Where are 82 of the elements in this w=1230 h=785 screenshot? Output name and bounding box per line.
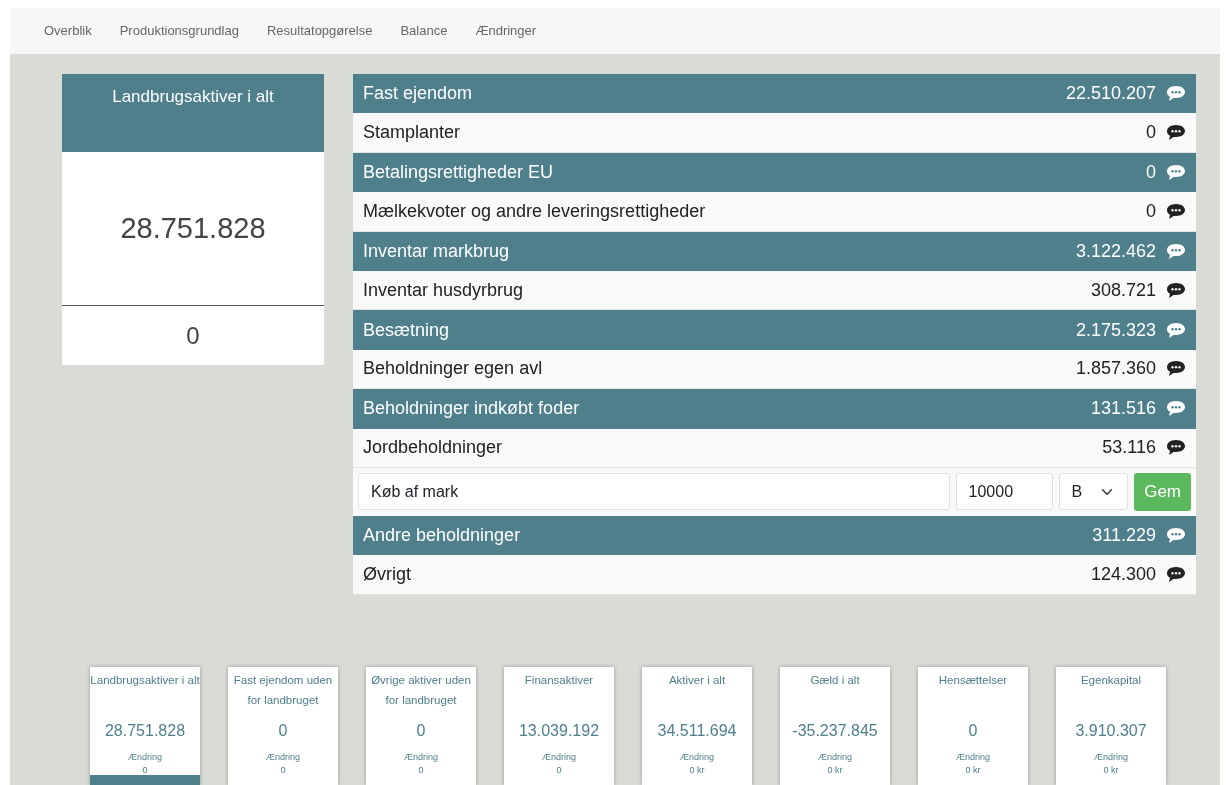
row-label: Inventar husdyrbrug <box>363 278 524 302</box>
card-title: Landbrugsaktiver i alt <box>90 672 200 688</box>
row-value: 53.116 <box>1102 436 1156 460</box>
change-label: Ændring <box>265 750 301 764</box>
card-value: 28.751.828 <box>103 720 187 741</box>
card-value: 13.039.192 <box>517 720 601 741</box>
card-value: 0 <box>967 720 979 741</box>
card-title: Egenkapital <box>1079 672 1143 688</box>
nav-link[interactable]: Overblik <box>30 8 106 54</box>
comment-icon[interactable] <box>1166 360 1186 378</box>
change-label: Ændring <box>955 750 991 764</box>
summary-secondary: 0 <box>185 320 201 351</box>
card-title: Gæld i alt <box>809 672 861 688</box>
nav-link[interactable]: Ændringer <box>461 8 551 54</box>
comment-icon[interactable] <box>1166 566 1186 583</box>
summary-card[interactable]: Landbrugsaktiver i alt 28.751.828 Ændring 0 <box>90 666 200 785</box>
card-title: Hensættelser <box>937 672 1009 688</box>
change-label: Ændring <box>679 750 715 764</box>
summary-card[interactable]: Finansaktiver 13.039.192 Ændring 0 <box>504 666 614 785</box>
nav-link[interactable]: Resultatopgørelse <box>252 8 387 54</box>
change-label: Ændring <box>127 750 163 764</box>
row-value: 0 <box>1146 121 1156 145</box>
change-label: Ændring <box>403 750 439 764</box>
summary-card[interactable]: Egenkapital 3.910.307 Ændring 0 kr <box>1056 666 1166 785</box>
row-value: 3.122.462 <box>1075 239 1156 263</box>
option-select[interactable]: B <box>1058 473 1129 511</box>
comment-icon[interactable] <box>1166 281 1186 299</box>
change-label: Ændring <box>1093 750 1129 764</box>
comment-icon[interactable] <box>1166 202 1186 220</box>
summary-card[interactable]: Hensættelser 0 Ændring 0 kr <box>918 666 1028 785</box>
row-label: Fast ejendom <box>363 82 473 106</box>
summary-card[interactable]: Fast ejendom uden for landbruget 0 Ændring 0 <box>228 666 338 785</box>
card-title: Aktiver i alt <box>667 672 727 688</box>
row-value: 311.229 <box>1092 524 1156 548</box>
row-label: Inventar markbrug <box>363 239 510 263</box>
row-label: Beholdninger egen avl <box>363 357 543 381</box>
row-label: Besætning <box>363 318 450 342</box>
row-label: Beholdninger indkøbt foder <box>363 397 580 421</box>
summary-value: 28.751.828 <box>62 152 324 306</box>
comment-icon[interactable] <box>1166 124 1186 142</box>
card-value: 34.511.694 <box>656 720 738 741</box>
change-value: 0 kr <box>964 764 982 778</box>
row-value: 0 <box>1146 160 1156 184</box>
row-label: Stamplanter <box>363 121 461 145</box>
amount-input[interactable]: 10000 <box>955 473 1053 511</box>
row-label: Betalingsrettigheder EU <box>363 160 554 184</box>
nav-link[interactable]: Balance <box>386 8 462 54</box>
card-value: 3.910.307 <box>1074 720 1148 741</box>
row-value: 2.175.323 <box>1075 318 1156 342</box>
card-value: 0 <box>277 720 289 741</box>
change-label: Ændring <box>817 750 853 764</box>
card-title: Øvrige aktiver uden for landbruget <box>370 672 472 708</box>
save-button[interactable]: Gem <box>1134 472 1191 511</box>
row-value: 131.516 <box>1090 397 1156 421</box>
card-title: Finansaktiver <box>523 672 595 688</box>
row-label: Øvrigt <box>363 563 411 586</box>
row-value: 0 <box>1146 199 1156 223</box>
row-value: 1.857.360 <box>1075 357 1156 381</box>
card-title: Fast ejendom uden for landbruget <box>232 672 334 708</box>
row-label: Mælkekvoter og andre leveringsrettigheder <box>363 199 706 223</box>
nav-link[interactable]: Produktionsgrundlag <box>105 8 253 54</box>
text-input[interactable]: Køb af mark <box>358 473 950 511</box>
change-value: 0 <box>417 764 425 778</box>
row-value: 22.510.207 <box>1065 82 1156 106</box>
change-label: Ændring <box>541 750 577 764</box>
change-value: 0 kr <box>1102 764 1120 778</box>
row-label: Jordbeholdninger <box>363 436 503 460</box>
row-label: Andre beholdninger <box>363 524 521 548</box>
card-value: -35.237.845 <box>791 720 879 741</box>
summary-title: Landbrugsaktiver i alt <box>62 74 324 152</box>
change-value: 0 <box>555 764 563 778</box>
change-value: 0 kr <box>826 764 844 778</box>
summary-card[interactable]: Gæld i alt -35.237.845 Ændring 0 kr <box>780 666 890 785</box>
card-value: 0 <box>415 720 427 741</box>
summary-card[interactable]: Aktiver i alt 34.511.694 Ændring 0 kr <box>642 666 752 785</box>
comment-icon[interactable] <box>1166 439 1186 457</box>
change-value: 0 kr <box>688 764 706 778</box>
row-value: 124.300 <box>1090 563 1156 586</box>
summary-card[interactable]: Øvrige aktiver uden for landbruget 0 Ændring 0 <box>366 666 476 785</box>
change-value: 0 <box>279 764 287 778</box>
row-value: 308.721 <box>1090 278 1156 302</box>
change-value: 0 <box>141 764 149 778</box>
